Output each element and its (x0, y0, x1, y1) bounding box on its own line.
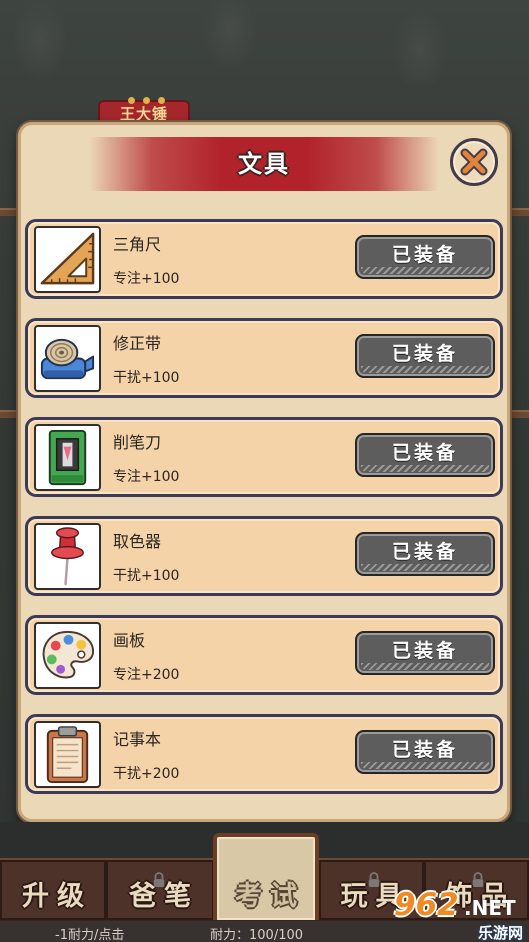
equipped-button[interactable]: 已装备 (355, 730, 495, 774)
correction-tape-icon (34, 325, 101, 392)
watermark-number: 962 (394, 887, 459, 923)
stationery-item: 削笔刀 专注+100 已装备 (25, 417, 503, 497)
badge-dot (143, 97, 150, 104)
item-name: 取色器 (113, 532, 162, 551)
background-shelf (509, 410, 529, 418)
stationery-item: 修正带 干扰+100 已装备 (25, 318, 503, 398)
pencil-sharpener-icon (34, 424, 101, 491)
tab-label: 考试 (235, 881, 305, 912)
game-screen: 王大锤 文具 三角尺 专注+100 已装备 修正带 干扰+100 已装备 削笔刀… (0, 0, 529, 942)
stationery-item: 取色器 干扰+100 已装备 (25, 516, 503, 596)
equipped-button[interactable]: 已装备 (355, 235, 495, 279)
background-shelf (0, 208, 20, 216)
clipboard-icon (34, 721, 101, 788)
item-stat: 干扰+100 (113, 568, 180, 584)
item-name: 修正带 (113, 334, 162, 353)
background-curtain (0, 0, 529, 112)
equipped-button[interactable]: 已装备 (355, 631, 495, 675)
tab-exam[interactable]: 考试 (213, 833, 319, 920)
equipped-button[interactable]: 已装备 (355, 532, 495, 576)
close-button[interactable] (450, 138, 498, 186)
equipped-button-label: 已装备 (391, 343, 458, 365)
stationery-item: 画板 专注+200 已装备 (25, 615, 503, 695)
equipped-button-label: 已装备 (391, 442, 458, 464)
pushpin-icon (34, 523, 101, 590)
badge-dot (128, 97, 135, 104)
site-watermark: 962 .NET 乐游网 (390, 887, 529, 942)
dialog-title-banner: 文具 (89, 137, 439, 191)
equipped-button-label: 已装备 (391, 244, 458, 266)
item-stat: 干扰+100 (113, 370, 180, 386)
item-stat: 干扰+200 (113, 766, 180, 782)
item-name: 记事本 (113, 730, 162, 749)
tab-upgrade[interactable]: 升级 (0, 860, 106, 920)
character-name: 王大锤 (119, 105, 168, 123)
badge-dot (158, 97, 165, 104)
tab-label: 升级 (22, 881, 92, 912)
click-cost-text: -1耐力/点击 (55, 928, 125, 942)
item-name: 画板 (113, 631, 146, 650)
stamina-text: 耐力：100/100 (210, 928, 304, 942)
item-stat: 专注+100 (113, 469, 180, 485)
stationery-dialog: 文具 三角尺 专注+100 已装备 修正带 干扰+100 已装备 削笔刀 专注+… (18, 122, 510, 822)
lock-icon (153, 872, 165, 887)
item-name: 三角尺 (113, 235, 162, 254)
background-shelf (0, 410, 20, 418)
stationery-item: 记事本 干扰+200 已装备 (25, 714, 503, 794)
watermark-suffix: .NET (464, 896, 516, 920)
lock-icon (368, 872, 380, 887)
item-stat: 专注+200 (113, 667, 180, 683)
background-shelf (509, 208, 529, 216)
equipped-button[interactable]: 已装备 (355, 334, 495, 378)
watermark-site-name: 乐游网 (477, 924, 523, 942)
equipped-button[interactable]: 已装备 (355, 433, 495, 477)
stationery-list: 三角尺 专注+100 已装备 修正带 干扰+100 已装备 削笔刀 专注+100… (25, 219, 503, 794)
equipped-button-label: 已装备 (391, 640, 458, 662)
equipped-button-label: 已装备 (391, 739, 458, 761)
triangle-ruler-icon (34, 226, 101, 293)
item-stat: 专注+100 (113, 271, 180, 287)
palette-icon (34, 622, 101, 689)
item-name: 削笔刀 (113, 433, 162, 452)
close-icon (460, 148, 488, 176)
lock-icon (472, 872, 484, 887)
tab-stationery[interactable]: 爸笔 (106, 860, 214, 920)
equipped-button-label: 已装备 (391, 541, 458, 563)
dialog-title: 文具 (238, 150, 290, 178)
stationery-item: 三角尺 专注+100 已装备 (25, 219, 503, 299)
